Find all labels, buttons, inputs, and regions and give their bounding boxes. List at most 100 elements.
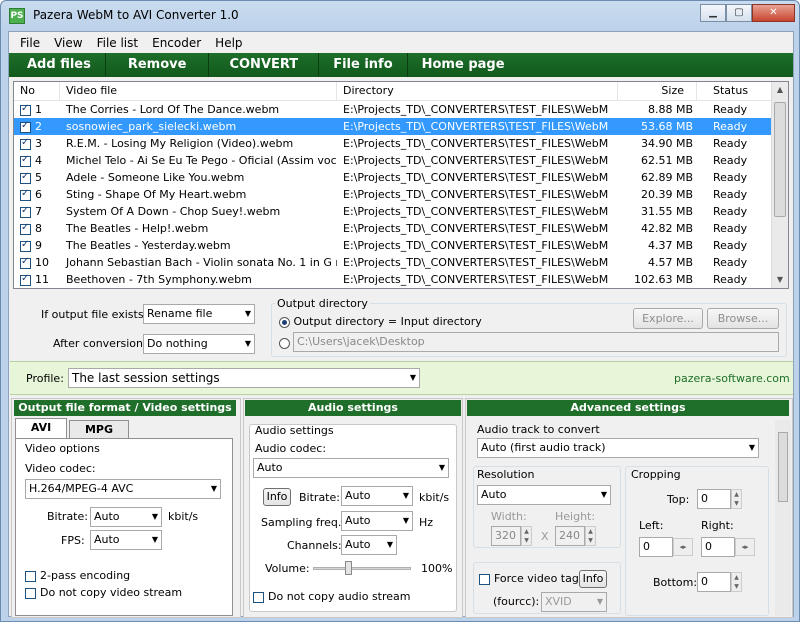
row-checkbox[interactable] — [20, 273, 31, 286]
twopass-checkbox[interactable]: 2-pass encoding — [25, 569, 130, 582]
checkbox-icon — [253, 591, 264, 603]
close-button[interactable]: ✕ — [752, 4, 795, 22]
advanced-scroll-thumb[interactable] — [778, 432, 788, 502]
exists-select[interactable]: Rename file — [143, 304, 255, 324]
table-row[interactable]: 11 Beethoven - 7th Symphony.webm E:\Projec… — [14, 271, 788, 288]
bottom-spinner[interactable]: ▲ ▼ — [731, 572, 742, 592]
freq-unit: Hz — [419, 516, 434, 529]
row-video-file: Adele - Someone Like You.webm — [66, 171, 245, 184]
checkbox-icon — [25, 587, 36, 599]
menu-file-list[interactable]: File list — [90, 36, 146, 50]
volume-slider-thumb[interactable] — [345, 561, 353, 575]
tab-mpg[interactable]: MPG — [69, 420, 129, 440]
output-dir-field[interactable]: C:\Users\jacek\Desktop — [293, 332, 779, 352]
list-header: No Video file Directory Size Status — [14, 82, 788, 101]
no-copy-audio-checkbox[interactable]: Do not copy audio stream — [253, 590, 411, 603]
no-copy-video-checkbox[interactable]: Do not copy video stream — [25, 586, 182, 599]
right-label: Right: — [701, 519, 734, 532]
menu-file[interactable]: File — [13, 36, 47, 50]
table-row[interactable]: 2 sosnowiec_park_sielecki.webm E:\Projects… — [14, 118, 788, 135]
row-checkbox[interactable] — [20, 256, 31, 269]
left-spinner[interactable]: ◂▸ — [673, 538, 693, 556]
tag-info-button[interactable]: Info — [579, 570, 607, 588]
right-spinner[interactable]: ◂▸ — [735, 538, 755, 556]
advanced-scrollbar[interactable] — [775, 420, 791, 616]
width-field[interactable]: 320 — [491, 526, 521, 546]
file-info-button[interactable]: File info — [319, 53, 408, 77]
channels-select[interactable]: Auto — [341, 535, 397, 555]
col-no[interactable]: No — [14, 82, 60, 100]
resolution-select[interactable]: Auto — [477, 485, 611, 505]
bottom-field[interactable]: 0 — [697, 572, 731, 592]
row-no: 2 — [14, 120, 60, 133]
row-checkbox[interactable] — [20, 137, 31, 150]
volume-slider[interactable] — [313, 567, 411, 570]
website-link[interactable]: pazera-software.com — [674, 372, 790, 385]
minimize-button[interactable]: ▁ — [700, 4, 726, 22]
radio-input-dir[interactable]: Output directory = Input directory — [279, 315, 482, 328]
left-field[interactable]: 0 — [639, 537, 673, 557]
col-status[interactable]: Status — [697, 82, 772, 100]
scroll-thumb[interactable] — [774, 102, 786, 217]
row-size: 62.51 MB — [640, 154, 693, 167]
browse-button[interactable]: Browse... — [707, 308, 779, 329]
top-spinner[interactable]: ▲ ▼ — [731, 489, 742, 509]
height-spinner[interactable]: ▲ ▼ — [585, 526, 596, 546]
video-bitrate-select[interactable]: Auto — [90, 507, 162, 527]
profile-select[interactable]: The last session settings — [68, 368, 420, 388]
scroll-up-icon[interactable]: ▲ — [772, 82, 788, 98]
fourcc-select[interactable]: XVID — [541, 592, 607, 612]
row-number: 2 — [35, 120, 42, 133]
audio-track-select[interactable]: Auto (first audio track) — [477, 438, 759, 458]
force-tag-checkbox[interactable]: Force video tag — [479, 572, 579, 585]
row-checkbox[interactable] — [20, 171, 31, 184]
table-row[interactable]: 8 The Beatles - Help!.webm E:\Projects_TD\… — [14, 220, 788, 237]
menu-help[interactable]: Help — [208, 36, 249, 50]
freq-select[interactable]: Auto — [341, 511, 413, 531]
home-page-button[interactable]: Home page — [408, 53, 519, 77]
fps-select[interactable]: Auto — [90, 530, 162, 550]
after-select[interactable]: Do nothing — [143, 334, 255, 354]
row-checkbox[interactable] — [20, 154, 31, 167]
table-row[interactable]: 3 R.E.M. - Losing My Religion (Video).web… — [14, 135, 788, 152]
audio-bitrate-select[interactable]: Auto — [341, 486, 413, 506]
table-row[interactable]: 4 Michel Telo - Ai Se Eu Te Pego - Oficia… — [14, 152, 788, 169]
menu-view[interactable]: View — [47, 36, 89, 50]
explore-button[interactable]: Explore... — [633, 308, 703, 329]
add-files-button[interactable]: Add files — [13, 53, 106, 77]
tab-avi[interactable]: AVI — [15, 418, 67, 440]
col-size[interactable]: Size — [618, 82, 697, 100]
file-list[interactable]: No Video file Directory Size Status 1 The… — [13, 81, 789, 289]
top-field[interactable]: 0 — [697, 489, 731, 509]
row-number: 3 — [35, 137, 42, 150]
remove-button[interactable]: Remove — [106, 53, 210, 77]
row-checkbox[interactable] — [20, 103, 31, 116]
table-row[interactable]: 6 Sting - Shape Of My Heart.webm E:\Projec… — [14, 186, 788, 203]
table-row[interactable]: 9 The Beatles - Yesterday.webm E:\Projects… — [14, 237, 788, 254]
video-codec-select[interactable]: H.264/MPEG-4 AVC — [25, 479, 221, 499]
maximize-button[interactable]: ▢ — [726, 4, 752, 22]
table-row[interactable]: 1 The Corries - Lord Of The Dance.webm E:\… — [14, 101, 788, 118]
col-video-file[interactable]: Video file — [60, 82, 337, 100]
title-bar[interactable]: PS Pazera WebM to AVI Converter 1.0 ▁ ▢ … — [5, 4, 795, 28]
toolbar: Add files Remove CONVERT File info Home … — [9, 53, 793, 77]
table-row[interactable]: 5 Adele - Someone Like You.webm E:\Project… — [14, 169, 788, 186]
row-checkbox[interactable] — [20, 120, 31, 133]
audio-info-button[interactable]: Info — [263, 488, 291, 506]
col-directory[interactable]: Directory — [337, 82, 618, 100]
scroll-down-icon[interactable]: ▼ — [772, 272, 788, 288]
table-row[interactable]: 7 System Of A Down - Chop Suey!.webm E:\Pr… — [14, 203, 788, 220]
row-checkbox[interactable] — [20, 222, 31, 235]
row-checkbox[interactable] — [20, 239, 31, 252]
row-checkbox[interactable] — [20, 205, 31, 218]
table-row[interactable]: 10 Johann Sebastian Bach - Violin sonata … — [14, 254, 788, 271]
right-field[interactable]: 0 — [701, 537, 735, 557]
audio-codec-select[interactable]: Auto — [253, 458, 449, 478]
radio-custom-dir[interactable] — [279, 337, 290, 349]
menu-encoder[interactable]: Encoder — [145, 36, 208, 50]
convert-button[interactable]: CONVERT — [209, 53, 320, 77]
height-field[interactable]: 240 — [555, 526, 585, 546]
row-checkbox[interactable] — [20, 188, 31, 201]
width-spinner[interactable]: ▲ ▼ — [521, 526, 532, 546]
list-scrollbar[interactable]: ▲ ▼ — [771, 82, 788, 288]
